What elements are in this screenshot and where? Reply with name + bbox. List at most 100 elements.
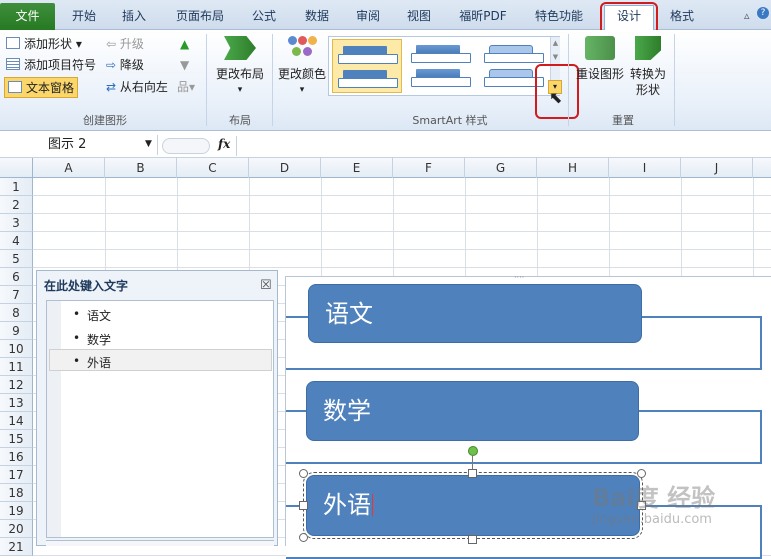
smartart-style-gallery[interactable]: ▲ ▼: [328, 36, 560, 96]
resize-handle[interactable]: [299, 533, 308, 542]
frame-grip-icon[interactable]: ····: [514, 273, 524, 282]
style-thumbnail-1[interactable]: [332, 39, 402, 93]
name-box[interactable]: 图示 2: [0, 135, 158, 155]
column-header[interactable]: A: [33, 158, 105, 178]
column-header[interactable]: B: [105, 158, 177, 178]
scroll-up-icon[interactable]: ▲: [551, 39, 560, 47]
baidu-watermark-logo: Bai度 经验: [592, 484, 716, 512]
row-header[interactable]: 10: [0, 340, 33, 358]
row-header[interactable]: 16: [0, 448, 33, 466]
dropdown-arrow-icon: ▾: [299, 85, 305, 95]
tab-foxit-pdf[interactable]: 福昕PDF: [452, 6, 514, 30]
column-header[interactable]: J: [681, 158, 753, 178]
smartart-shape-2[interactable]: 数学: [306, 381, 639, 441]
tab-home[interactable]: 开始: [62, 6, 106, 30]
resize-handle[interactable]: [468, 469, 477, 478]
column-header[interactable]: E: [321, 158, 393, 178]
tab-file[interactable]: 文件: [0, 3, 55, 30]
column-header[interactable]: I: [609, 158, 681, 178]
tab-features[interactable]: 特色功能: [526, 6, 592, 30]
move-up-icon[interactable]: ▲: [180, 34, 189, 54]
row-header[interactable]: 9: [0, 322, 33, 340]
right-to-left-button[interactable]: ⇄ 从右向左: [106, 77, 168, 97]
minimize-ribbon-icon[interactable]: ▵: [744, 9, 750, 22]
resize-handle[interactable]: [468, 535, 477, 544]
list-item[interactable]: 语文: [73, 307, 111, 324]
promote-button[interactable]: ⇦ 升级: [106, 34, 144, 54]
list-item[interactable]: 外语: [73, 354, 111, 371]
row-header[interactable]: 6: [0, 268, 33, 286]
selected-row-highlight: [49, 349, 272, 371]
resize-handle[interactable]: [299, 501, 308, 510]
formula-expand-handle[interactable]: [162, 138, 210, 154]
help-icon[interactable]: ?: [757, 7, 769, 19]
close-icon[interactable]: ☒: [260, 278, 272, 293]
tab-format[interactable]: 格式: [662, 6, 702, 30]
row-header[interactable]: 12: [0, 376, 33, 394]
add-bullet-button[interactable]: 添加项目符号: [6, 55, 96, 75]
text-pane-icon: [8, 81, 22, 93]
column-header[interactable]: H: [537, 158, 609, 178]
gridline: [33, 267, 771, 268]
row-header[interactable]: 5: [0, 250, 33, 268]
layout-org-icon[interactable]: 品▾: [177, 77, 195, 97]
select-all-corner[interactable]: [0, 158, 33, 178]
tab-insert[interactable]: 插入: [112, 6, 156, 30]
style-thumbnail-2[interactable]: [408, 39, 478, 93]
text-pane-button[interactable]: 文本窗格: [4, 77, 79, 98]
column-header[interactable]: C: [177, 158, 249, 178]
row-header[interactable]: 7: [0, 286, 33, 304]
smartart-shape-3-selected[interactable]: 外语: [303, 472, 643, 539]
demote-button[interactable]: ⇨ 降级: [106, 55, 144, 75]
tab-view[interactable]: 视图: [398, 6, 440, 30]
reset-graphic-icon: [585, 36, 615, 60]
row-header[interactable]: 21: [0, 538, 33, 556]
text-pane-editor[interactable]: 语文 数学 外语: [46, 300, 274, 538]
column-header[interactable]: G: [465, 158, 537, 178]
resize-handle[interactable]: [637, 469, 646, 478]
text-cursor: [372, 494, 373, 516]
column-header[interactable]: D: [249, 158, 321, 178]
change-colors-button[interactable]: 更改颜色 ▾: [274, 36, 330, 98]
column-header[interactable]: F: [393, 158, 465, 178]
row-header[interactable]: 3: [0, 214, 33, 232]
mouse-cursor-icon: ⬉: [549, 88, 563, 107]
convert-to-shapes-button[interactable]: 转换为 形状: [628, 36, 668, 98]
list-item[interactable]: 数学: [73, 331, 111, 348]
row-header[interactable]: 19: [0, 502, 33, 520]
row-header[interactable]: 1: [0, 178, 33, 196]
row-header[interactable]: 8: [0, 304, 33, 322]
row-header[interactable]: 4: [0, 232, 33, 250]
tab-review[interactable]: 审阅: [347, 6, 389, 30]
add-shape-button[interactable]: 添加形状 ▾: [6, 34, 82, 54]
create-graphic-group-label: 创建图形: [83, 114, 127, 127]
reset-graphic-button[interactable]: 重设图形: [572, 36, 628, 82]
fx-icon[interactable]: fx: [218, 137, 230, 151]
rotation-handle[interactable]: [468, 446, 478, 456]
right-to-left-icon: ⇄: [106, 80, 117, 94]
row-header[interactable]: 18: [0, 484, 33, 502]
gridline: [33, 231, 771, 232]
row-header[interactable]: 13: [0, 394, 33, 412]
smartart-shape-1[interactable]: 语文: [308, 284, 642, 343]
name-box-dropdown-icon[interactable]: ▼: [145, 139, 152, 149]
tab-data[interactable]: 数据: [296, 6, 338, 30]
row-header[interactable]: 15: [0, 430, 33, 448]
formula-input[interactable]: [236, 136, 771, 156]
row-header[interactable]: 2: [0, 196, 33, 214]
scroll-down-icon[interactable]: ▼: [551, 53, 560, 61]
row-header[interactable]: 20: [0, 520, 33, 538]
row-header[interactable]: 14: [0, 412, 33, 430]
bullet-list-icon: [6, 58, 20, 70]
text-pane-footer: [46, 540, 274, 546]
resize-handle[interactable]: [299, 469, 308, 478]
row-header[interactable]: 11: [0, 358, 33, 376]
tab-formulas[interactable]: 公式: [243, 6, 285, 30]
tab-page-layout[interactable]: 页面布局: [168, 6, 232, 30]
group-divider: [568, 34, 569, 126]
row-header[interactable]: 17: [0, 466, 33, 484]
group-divider: [206, 34, 207, 126]
text-pane-title: 在此处键入文字: [44, 279, 129, 293]
move-down-icon[interactable]: ▼: [180, 55, 189, 75]
change-layout-button[interactable]: 更改布局 ▾: [212, 36, 268, 98]
